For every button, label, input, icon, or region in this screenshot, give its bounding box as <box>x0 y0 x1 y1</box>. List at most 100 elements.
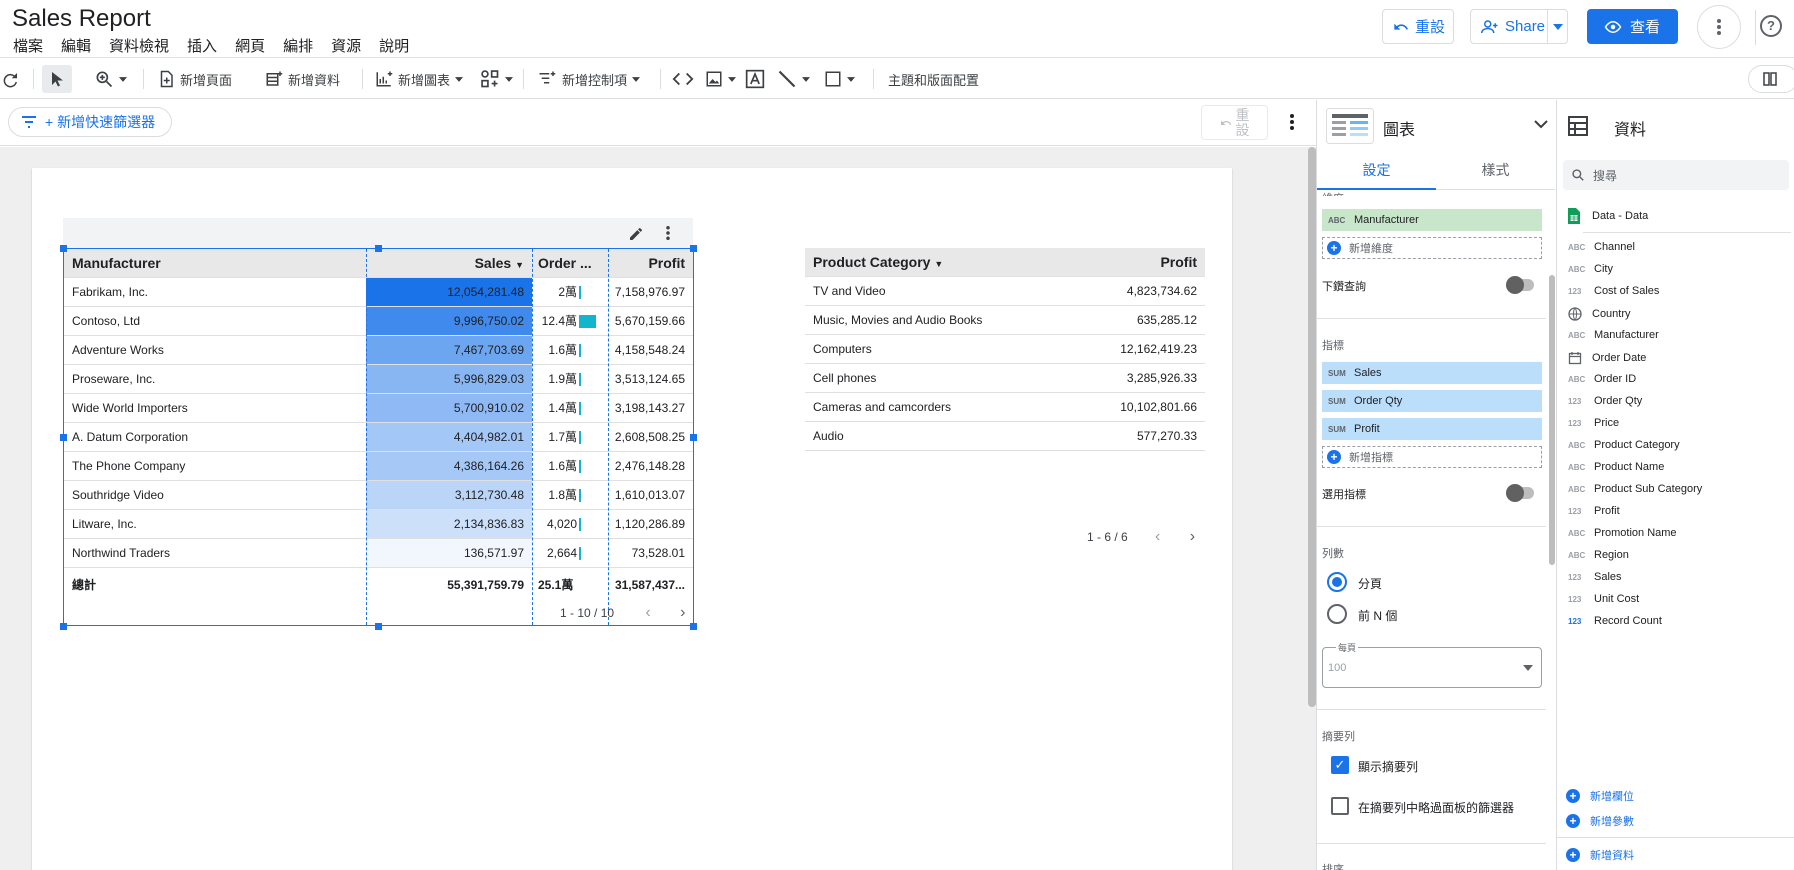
menu-insert[interactable]: 插入 <box>187 35 217 56</box>
field-item[interactable]: 123 Unit Cost <box>1568 593 1639 605</box>
resize-handle[interactable] <box>375 623 382 630</box>
show-summary-checkbox[interactable]: ✓ <box>1331 756 1349 774</box>
resize-handle[interactable] <box>690 623 697 630</box>
chevron-right-icon[interactable]: › <box>1190 528 1195 545</box>
panel-toggle-button[interactable] <box>1748 65 1794 93</box>
tab-setup[interactable]: 設定 <box>1317 150 1436 190</box>
filter-reset-button[interactable]: 重設 <box>1201 105 1268 140</box>
more-vert-icon[interactable] <box>666 226 670 240</box>
dimension-chip[interactable]: ABC Manufacturer <box>1322 209 1542 231</box>
filter-bar-more-button[interactable] <box>1284 110 1300 134</box>
column-header-category[interactable]: Product Category ▼ <box>813 248 943 278</box>
resize-handle[interactable] <box>60 245 67 252</box>
theme-layout-button[interactable]: 主題和版面配置 <box>888 65 979 93</box>
field-item[interactable]: ABC City <box>1568 263 1613 275</box>
chevron-right-icon[interactable]: › <box>680 604 685 621</box>
select-tool-button[interactable] <box>42 65 72 93</box>
view-button[interactable]: 查看 <box>1587 9 1678 44</box>
field-item[interactable]: ABC Promotion Name <box>1568 527 1677 539</box>
top-n-radio[interactable] <box>1327 604 1347 624</box>
table-row[interactable]: Audio 577,270.33 <box>805 422 1205 451</box>
insert-shape-button[interactable] <box>824 65 855 93</box>
add-page-button[interactable]: 新增頁面 <box>157 65 232 93</box>
add-dimension-button[interactable]: + 新增維度 <box>1322 237 1542 259</box>
resize-handle[interactable] <box>60 434 67 441</box>
table-row[interactable]: Wide World Importers 5,700,910.02 1.4萬 3,19… <box>64 394 693 423</box>
table-chart-icon[interactable] <box>1326 108 1374 144</box>
metric-chip-profit[interactable]: SUM Profit <box>1322 418 1542 440</box>
help-icon[interactable]: ? <box>1760 15 1782 37</box>
add-parameter-button[interactable]: + 新增參數 <box>1566 813 1634 829</box>
insert-image-button[interactable] <box>705 65 736 93</box>
menu-file[interactable]: 檔案 <box>13 35 43 56</box>
table-row[interactable]: Adventure Works 7,467,703.69 1.6萬 4,158,548… <box>64 336 693 365</box>
edit-pencil-icon[interactable] <box>628 226 644 242</box>
redo-button[interactable] <box>2 65 20 93</box>
menu-arrange[interactable]: 編排 <box>283 35 313 56</box>
field-item[interactable]: 123 Record Count <box>1568 615 1662 627</box>
table-row[interactable]: The Phone Company 4,386,164.26 1.6萬 2,476,1… <box>64 452 693 481</box>
add-component-button[interactable] <box>480 65 513 93</box>
column-header-order-qty[interactable]: Order ... <box>532 249 607 277</box>
table-row[interactable]: Cell phones 3,285,926.33 <box>805 364 1205 393</box>
field-item[interactable]: ABC Product Sub Category <box>1568 483 1702 495</box>
embed-code-button[interactable] <box>672 65 694 93</box>
ignore-filters-checkbox[interactable] <box>1331 797 1349 815</box>
table-row[interactable]: Northwind Traders 136,571.97 2,664 73,528.0… <box>64 539 693 568</box>
chevron-down-icon[interactable] <box>1534 120 1548 129</box>
field-item[interactable]: ABC Product Category <box>1568 439 1680 451</box>
optional-metric-toggle[interactable] <box>1506 484 1534 502</box>
report-title[interactable]: Sales Report <box>12 5 151 33</box>
field-item[interactable]: Country <box>1568 307 1631 321</box>
share-button[interactable]: Share <box>1470 9 1568 44</box>
table-row[interactable]: Cameras and camcorders 10,102,801.66 <box>805 393 1205 422</box>
add-data-button[interactable]: 新增資料 <box>265 65 340 93</box>
column-header-profit[interactable]: Profit <box>1160 248 1197 276</box>
menu-edit[interactable]: 編輯 <box>61 35 91 56</box>
table-row[interactable]: A. Datum Corporation 4,404,982.01 1.7萬 2,60… <box>64 423 693 452</box>
table-row[interactable]: Computers 12,162,419.23 <box>805 335 1205 364</box>
table-row[interactable]: TV and Video 4,823,734.62 <box>805 277 1205 306</box>
properties-scrollbar[interactable] <box>1549 275 1555 565</box>
zoom-button[interactable] <box>94 65 127 93</box>
field-item[interactable]: ABC Order ID <box>1568 373 1636 385</box>
column-header-sales[interactable]: Sales ▼ <box>366 249 532 277</box>
tab-style[interactable]: 樣式 <box>1436 150 1555 190</box>
field-item[interactable]: ABC Product Name <box>1568 461 1664 473</box>
metric-chip-order-qty[interactable]: SUM Order Qty <box>1322 390 1542 412</box>
field-item[interactable]: 123 Order Qty <box>1568 395 1642 407</box>
column-header-manufacturer[interactable]: Manufacturer <box>72 249 362 277</box>
table-row[interactable]: Southridge Video 3,112,730.48 1.8萬 1,610,01… <box>64 481 693 510</box>
field-item[interactable]: ABC Region <box>1568 549 1629 561</box>
add-data-source-button[interactable]: + 新增資料 <box>1566 847 1634 863</box>
add-field-button[interactable]: + 新增欄位 <box>1566 788 1634 804</box>
add-chart-button[interactable]: 新增圖表 <box>375 65 464 93</box>
data-search-input[interactable]: 搜尋 <box>1563 160 1789 190</box>
field-item[interactable]: 123 Cost of Sales <box>1568 285 1659 297</box>
chevron-left-icon[interactable]: ‹ <box>645 604 650 621</box>
insert-text-button[interactable] <box>745 65 765 93</box>
column-header-profit[interactable]: Profit <box>609 249 693 277</box>
field-item[interactable]: 123 Price <box>1568 417 1619 429</box>
field-item[interactable]: Order Date <box>1568 351 1646 365</box>
add-metric-button[interactable]: + 新增指標 <box>1322 446 1542 468</box>
resize-handle[interactable] <box>60 623 67 630</box>
more-options-button[interactable] <box>1697 5 1741 49</box>
table-row[interactable]: Contoso, Ltd 9,996,750.02 12.4萬 5,670,159.6… <box>64 307 693 336</box>
field-item[interactable]: ABC Manufacturer <box>1568 329 1659 341</box>
resize-handle[interactable] <box>690 434 697 441</box>
chevron-left-icon[interactable]: ‹ <box>1155 528 1160 545</box>
data-source-item[interactable]: Data - Data <box>1568 208 1648 224</box>
field-item[interactable]: 123 Sales <box>1568 571 1622 583</box>
reset-button[interactable]: 重設 <box>1382 9 1454 44</box>
table-row[interactable]: Fabrikam, Inc. 12,054,281.48 2萬 7,158,976.9… <box>64 278 693 307</box>
menu-help[interactable]: 說明 <box>379 35 409 56</box>
add-quick-filter-button[interactable]: + 新增快速篩選器 <box>8 107 172 137</box>
resize-handle[interactable] <box>690 245 697 252</box>
table-row[interactable]: Litware, Inc. 2,134,836.83 4,020 1,120,286.… <box>64 510 693 539</box>
insert-line-button[interactable] <box>777 65 810 93</box>
drilldown-toggle[interactable] <box>1506 276 1534 294</box>
share-dropdown-button[interactable] <box>1547 10 1567 43</box>
menu-page[interactable]: 網頁 <box>235 35 265 56</box>
table-row[interactable]: Proseware, Inc. 5,996,829.03 1.9萬 3,513,124… <box>64 365 693 394</box>
